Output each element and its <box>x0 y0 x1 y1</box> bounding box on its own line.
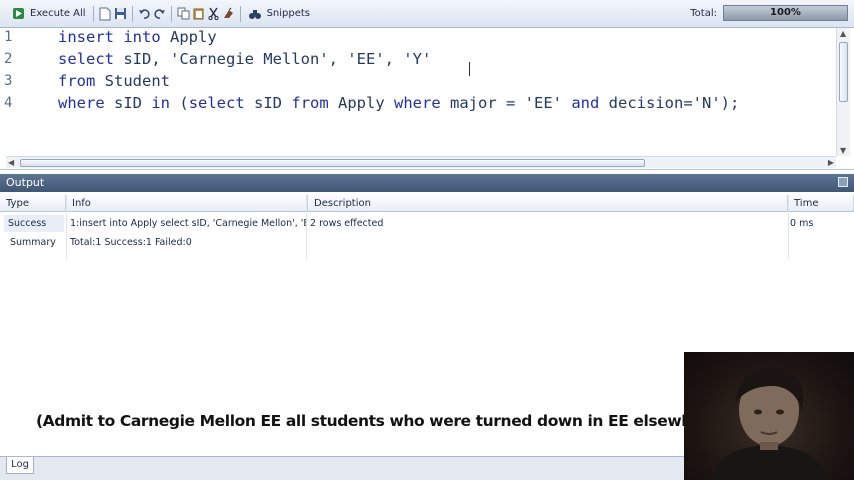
sql-text: sID <box>244 94 292 112</box>
sql-client-window: Execute All Snippets Total: 100% 1 2 3 4… <box>0 0 854 480</box>
row-time: 0 ms <box>790 218 814 229</box>
line-number: 4 <box>4 95 13 111</box>
execute-all-button[interactable]: Execute All <box>8 4 89 24</box>
execute-all-label: Execute All <box>30 8 86 19</box>
sql-text: sID <box>104 94 152 112</box>
presenter-image <box>712 367 826 480</box>
column-header-description[interactable]: Description <box>308 195 788 212</box>
copy-icon[interactable] <box>176 6 191 21</box>
code-line-3: from Student <box>58 72 170 90</box>
row-info: 1:insert into Apply select sID, 'Carnegi… <box>70 218 306 229</box>
sql-keyword: from <box>58 72 96 90</box>
total-progress-bar: 100% <box>723 5 848 21</box>
line-number: 3 <box>4 73 13 89</box>
binoculars-icon <box>248 6 263 21</box>
horizontal-scroll-thumb[interactable] <box>20 159 645 167</box>
output-panel-header: Output <box>0 174 854 192</box>
toolbar-separator <box>239 5 241 22</box>
sql-keyword: select <box>58 50 114 68</box>
sql-editor[interactable]: 1 2 3 4 insert into Apply select sID, 'C… <box>0 28 854 170</box>
line-number: 1 <box>4 29 13 45</box>
toolbar: Execute All Snippets Total: 100% <box>0 0 854 28</box>
output-title: Output <box>6 176 45 189</box>
scroll-up-icon[interactable]: ▲ <box>840 29 846 38</box>
scroll-right-icon[interactable]: ▶ <box>828 158 834 167</box>
toolbar-separator <box>170 5 172 22</box>
save-icon[interactable] <box>113 6 128 21</box>
undo-icon[interactable] <box>137 6 152 21</box>
total-label: Total: <box>690 7 717 19</box>
sql-keyword: where <box>394 94 441 112</box>
paste-icon[interactable] <box>191 6 206 21</box>
sql-keyword: insert into <box>58 28 161 46</box>
row-description: 2 rows effected <box>310 218 384 229</box>
code-line-2: select sID, 'Carnegie Mellon', 'EE', 'Y' <box>58 50 431 68</box>
sql-text: ( <box>170 94 189 112</box>
column-header-time[interactable]: Time <box>788 195 854 212</box>
webcam-video-inset <box>684 352 854 480</box>
vertical-scrollbar[interactable]: ▲ ▼ <box>836 28 850 156</box>
tab-log[interactable]: Log <box>6 457 34 474</box>
code-line-1: insert into Apply <box>58 28 217 46</box>
pin-icon[interactable] <box>838 177 848 187</box>
line-number: 2 <box>4 51 13 67</box>
sql-text: Apply <box>328 94 395 112</box>
snippets-button[interactable]: Snippets <box>245 4 313 24</box>
sql-text: Apply <box>160 28 217 46</box>
row-type: Success <box>4 215 64 232</box>
lecture-caption: (Admit to Carnegie Mellon EE all student… <box>36 412 727 430</box>
horizontal-scrollbar[interactable]: ◀ ▶ <box>6 156 836 168</box>
row-type: Summary <box>10 237 56 248</box>
sql-text: sID, 'Carnegie Mellon', 'EE', 'Y' <box>114 50 432 68</box>
sql-keyword: in <box>151 94 171 112</box>
code-line-4: where sID in (select sID from Apply wher… <box>58 94 739 112</box>
scroll-down-icon[interactable]: ▼ <box>840 146 846 155</box>
total-progress: Total: 100% <box>690 5 848 21</box>
column-header-info[interactable]: Info <box>66 195 308 212</box>
total-progress-text: 100% <box>770 7 801 18</box>
sql-keyword: where <box>58 94 105 112</box>
text-cursor <box>469 62 471 76</box>
cut-icon[interactable] <box>206 6 221 21</box>
sql-text: decision='N'); <box>599 94 740 112</box>
toolbar-separator <box>131 5 133 22</box>
redo-icon[interactable] <box>152 6 167 21</box>
toolbar-separator <box>92 5 94 22</box>
line-number-gutter: 1 2 3 4 <box>0 28 22 158</box>
sql-keyword: and <box>571 94 600 112</box>
sql-keyword: select <box>188 94 245 112</box>
row-info: Total:1 Success:1 Failed:0 <box>70 237 192 248</box>
clear-icon[interactable] <box>221 6 236 21</box>
vertical-scroll-thumb[interactable] <box>839 42 848 102</box>
sql-text: Student <box>95 72 170 90</box>
scroll-left-icon[interactable]: ◀ <box>8 158 14 167</box>
snippets-label: Snippets <box>266 8 311 19</box>
new-file-icon[interactable] <box>98 6 113 21</box>
execute-icon <box>11 6 26 21</box>
sql-keyword: from <box>291 94 329 112</box>
column-header-type[interactable]: Type <box>0 195 66 212</box>
sql-text: major = 'EE' <box>440 94 572 112</box>
